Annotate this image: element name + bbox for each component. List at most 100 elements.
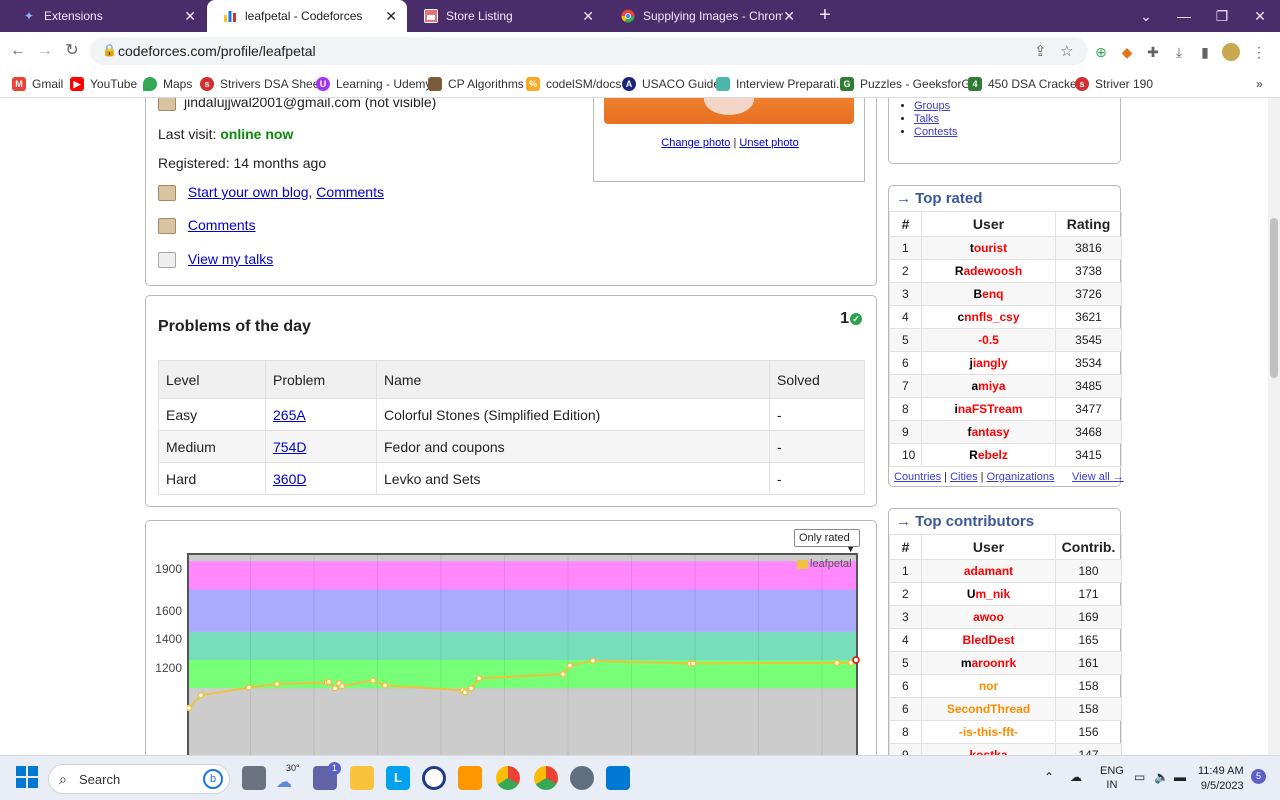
- windows-start-icon[interactable]: [16, 766, 40, 790]
- volume-icon[interactable]: 🔈: [1154, 770, 1169, 784]
- user-handle-link[interactable]: SecondThread: [921, 697, 1056, 721]
- organizations-link[interactable]: Organizations: [987, 471, 1055, 483]
- new-tab-button[interactable]: +: [814, 5, 836, 27]
- close-icon[interactable]: ✕: [783, 8, 795, 25]
- cities-link[interactable]: Cities: [950, 471, 978, 483]
- bookmark-star-icon[interactable]: ☆: [1060, 42, 1073, 60]
- close-icon[interactable]: ✕: [385, 8, 397, 25]
- tab-extensions[interactable]: ✦ Extensions ✕: [6, 0, 206, 32]
- side-panel-icon[interactable]: ▮: [1196, 43, 1214, 61]
- user-handle-link[interactable]: kostka: [921, 743, 1056, 755]
- view-talks-link[interactable]: View my talks: [188, 251, 273, 267]
- sidebar-link-contests[interactable]: Contests: [914, 126, 957, 138]
- user-handle-link[interactable]: tourist: [921, 236, 1056, 260]
- tab-codeforces[interactable]: leafpetal - Codeforces ✕: [207, 0, 407, 32]
- user-handle-link[interactable]: jiangly: [921, 351, 1056, 375]
- user-handle-link[interactable]: -0.5: [921, 328, 1056, 352]
- user-handle-link[interactable]: adamant: [921, 559, 1056, 583]
- start-blog-link[interactable]: Start your own blog: [188, 184, 309, 200]
- notification-badge[interactable]: 5: [1251, 769, 1266, 784]
- comments-link[interactable]: Comments: [316, 184, 384, 200]
- browser-menu-icon[interactable]: ⋮: [1250, 43, 1268, 61]
- user-handle-link[interactable]: Radewoosh: [921, 259, 1056, 283]
- user-handle-link[interactable]: awoo: [921, 605, 1056, 629]
- user-handle-link[interactable]: cnnfls_csy: [921, 305, 1056, 329]
- clock[interactable]: 11:49 AM 9/5/2023: [1198, 764, 1244, 794]
- chrome-dev-taskbar-icon[interactable]: [534, 766, 558, 790]
- sidebar-link-talks[interactable]: Talks: [914, 113, 939, 125]
- share-icon[interactable]: ⇪: [1034, 42, 1047, 60]
- top-rated-title[interactable]: → Top rated: [896, 190, 982, 207]
- file-explorer-icon[interactable]: [350, 766, 374, 790]
- bookmark-cp-algorithms[interactable]: CP Algorithms: [428, 77, 524, 91]
- back-button[interactable]: ←: [8, 41, 28, 61]
- address-bar[interactable]: 🔒 codeforces.com/profile/leafpetal ⇪ ☆: [90, 37, 1088, 65]
- user-handle-link[interactable]: Um_nik: [921, 582, 1056, 606]
- view-all-link[interactable]: View all →: [1072, 471, 1124, 483]
- vscode-icon[interactable]: [606, 766, 630, 790]
- chrome-taskbar-icon[interactable]: [496, 766, 520, 790]
- bookmark-gmail[interactable]: M Gmail: [12, 77, 63, 91]
- change-photo-link[interactable]: Change photo: [661, 137, 730, 149]
- bookmark-striver-190[interactable]: s Striver 190: [1075, 77, 1153, 91]
- user-handle-link[interactable]: -is-this-fft-: [921, 720, 1056, 744]
- bookmark-udemy[interactable]: U Learning - Udemy: [316, 77, 431, 91]
- forward-button[interactable]: →: [35, 41, 55, 61]
- user-handle-link[interactable]: BledDest: [921, 628, 1056, 652]
- settings-gear-icon[interactable]: [570, 766, 594, 790]
- taskbar-search[interactable]: ⌕ Search b: [48, 764, 230, 794]
- countries-link[interactable]: Countries: [894, 471, 941, 483]
- teams-icon[interactable]: 1: [313, 762, 341, 790]
- problem-link[interactable]: 265A: [273, 407, 306, 423]
- rating-chart[interactable]: [187, 553, 860, 755]
- notion-icon[interactable]: [422, 766, 446, 790]
- profile-avatar[interactable]: [1222, 43, 1240, 61]
- onedrive-cloud-icon[interactable]: ☁: [1070, 770, 1082, 784]
- scrollbar-thumb[interactable]: [1270, 218, 1278, 378]
- problem-link[interactable]: 754D: [273, 439, 306, 455]
- battery-icon[interactable]: ▬: [1174, 770, 1186, 784]
- maximize-button[interactable]: ❐: [1204, 0, 1240, 32]
- l-app-icon[interactable]: L: [386, 766, 410, 790]
- extensions-puzzle-icon[interactable]: ✚: [1144, 43, 1162, 61]
- bookmark-codelsm-docs[interactable]: % codelSM/docs: [526, 77, 621, 91]
- green-plus-extension-icon[interactable]: ⊕: [1092, 43, 1110, 61]
- sublime-icon[interactable]: [458, 766, 482, 790]
- user-handle-link[interactable]: Benq: [921, 282, 1056, 306]
- close-icon[interactable]: ✕: [582, 8, 594, 25]
- bookmark-usaco-guide[interactable]: A USACO Guide: [622, 77, 720, 91]
- problem-link[interactable]: 360D: [273, 471, 306, 487]
- window-close-button[interactable]: ✕: [1242, 0, 1278, 32]
- bookmarks-overflow-icon[interactable]: »: [1256, 77, 1263, 91]
- download-icon[interactable]: ⤓: [1170, 43, 1188, 61]
- minimize-button[interactable]: —: [1166, 0, 1202, 32]
- bookmark-interview-preparation[interactable]: Interview Preparati...: [716, 77, 846, 91]
- tab-search-chevron-icon[interactable]: ⌄: [1128, 0, 1164, 32]
- user-handle-link[interactable]: Rebelz: [921, 443, 1056, 467]
- tray-chevron-up-icon[interactable]: ⌃: [1044, 770, 1054, 784]
- tab-supplying-images[interactable]: Supplying Images - Chrome Dev ✕: [605, 0, 805, 32]
- sidebar-link-groups[interactable]: Groups: [914, 100, 950, 112]
- comments-link-2[interactable]: Comments: [188, 217, 256, 233]
- bookmark-450-dsa-cracker[interactable]: 4 450 DSA Cracker: [968, 77, 1081, 91]
- reload-button[interactable]: ↻: [62, 41, 82, 61]
- url-text[interactable]: codeforces.com/profile/leafpetal: [118, 43, 316, 59]
- top-contributors-title[interactable]: → Top contributors: [896, 513, 1034, 530]
- display-icon[interactable]: ▭: [1134, 770, 1145, 784]
- user-handle-link[interactable]: amiya: [921, 374, 1056, 398]
- language-indicator[interactable]: ENG IN: [1100, 764, 1124, 792]
- bookmark-maps[interactable]: Maps: [143, 77, 192, 91]
- user-handle-link[interactable]: nor: [921, 674, 1056, 698]
- page-scrollbar[interactable]: [1268, 98, 1280, 755]
- metamask-icon[interactable]: ◆: [1118, 43, 1136, 61]
- bookmark-youtube[interactable]: ▶ YouTube: [70, 77, 137, 91]
- unset-photo-link[interactable]: Unset photo: [739, 137, 798, 149]
- tab-store-listing[interactable]: Store Listing ✕: [408, 0, 604, 32]
- weather-icon[interactable]: 30° ☁: [276, 763, 300, 791]
- user-handle-link[interactable]: maroonrk: [921, 651, 1056, 675]
- user-handle-link[interactable]: inaFSTream: [921, 397, 1056, 421]
- bookmark-geeksforgeeks-puzzles[interactable]: G Puzzles - GeeksforG...: [840, 77, 981, 91]
- bookmark-strivers-dsa-sheet[interactable]: s Strivers DSA Sheet: [200, 77, 323, 91]
- close-icon[interactable]: ✕: [184, 8, 196, 25]
- task-view-icon[interactable]: [242, 766, 266, 790]
